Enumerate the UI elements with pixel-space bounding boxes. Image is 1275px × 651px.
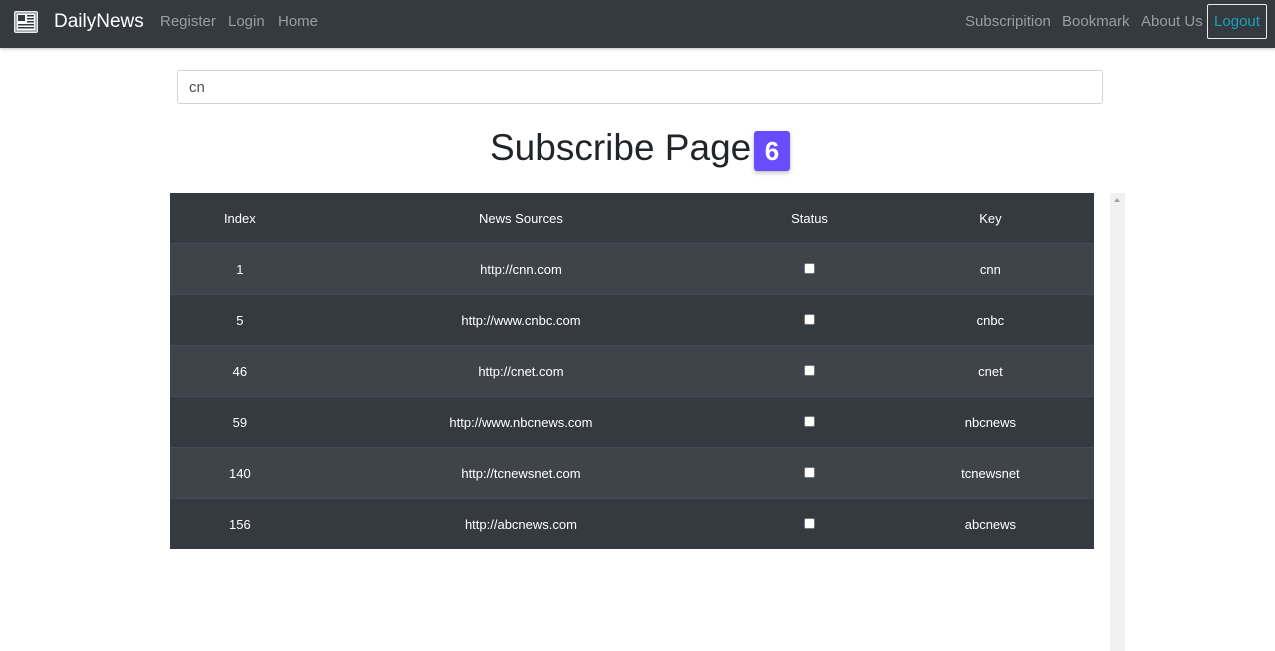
search-input[interactable] — [177, 70, 1103, 104]
brand-name[interactable]: DailyNews — [54, 11, 144, 33]
status-checkbox[interactable] — [804, 466, 816, 478]
table-scrollbar[interactable] — [1110, 193, 1125, 651]
status-checkbox[interactable] — [804, 262, 816, 274]
nav-home-link[interactable]: Home — [278, 13, 318, 31]
page-title-text: Subscribe Page: — [490, 127, 762, 168]
row-status — [732, 243, 887, 295]
newspaper-icon[interactable] — [13, 10, 39, 34]
row-source: http://abcnews.com — [309, 498, 733, 549]
navbar: DailyNews Register Login Home Subscripit… — [0, 0, 1275, 48]
row-index: 156 — [170, 498, 310, 549]
nav-login-link[interactable]: Login — [228, 13, 265, 31]
table-row: 156 http://abcnews.com abcnews — [170, 498, 1094, 549]
status-checkbox[interactable] — [804, 313, 816, 325]
row-index: 59 — [170, 396, 310, 448]
row-status — [732, 396, 887, 448]
subscription-count-badge: 6 — [754, 131, 790, 171]
table-header-row: Index News Sources Status Key — [170, 193, 1094, 244]
status-checkbox[interactable] — [804, 415, 816, 427]
scroll-up-arrow-icon[interactable] — [1114, 198, 1120, 202]
row-source: http://cnn.com — [309, 243, 733, 295]
row-source: http://tcnewsnet.com — [309, 447, 733, 499]
table-row: 59 http://www.nbcnews.com nbcnews — [170, 396, 1094, 448]
status-checkbox[interactable] — [804, 517, 816, 529]
nav-bookmark-link[interactable]: Bookmark — [1062, 13, 1130, 31]
nav-about-link[interactable]: About Us — [1141, 13, 1203, 31]
header-status: Status — [732, 193, 887, 244]
nav-register-link[interactable]: Register — [160, 13, 216, 31]
row-status — [732, 498, 887, 549]
row-index: 46 — [170, 345, 310, 397]
table-row: 46 http://cnet.com cnet — [170, 345, 1094, 397]
sources-table-container: Index News Sources Status Key 1 http://c… — [170, 193, 1094, 549]
row-index: 140 — [170, 447, 310, 499]
status-checkbox[interactable] — [804, 364, 816, 376]
row-source: http://cnet.com — [309, 345, 733, 397]
row-status — [732, 294, 887, 346]
logout-button[interactable]: Logout — [1207, 4, 1267, 39]
nav-subscription-link[interactable]: Subscripition — [965, 13, 1051, 31]
table-row: 1 http://cnn.com cnn — [170, 243, 1094, 295]
table-row: 140 http://tcnewsnet.com tcnewsnet — [170, 447, 1094, 499]
row-key: cnn — [886, 243, 1094, 295]
header-index: Index — [170, 193, 310, 244]
row-key: nbcnews — [886, 396, 1094, 448]
row-status — [732, 345, 887, 397]
row-source: http://www.nbcnews.com — [309, 396, 733, 448]
sources-table: Index News Sources Status Key 1 http://c… — [170, 193, 1094, 549]
row-status — [732, 447, 887, 499]
table-row: 5 http://www.cnbc.com cnbc — [170, 294, 1094, 346]
header-news-sources: News Sources — [309, 193, 733, 244]
header-key: Key — [886, 193, 1094, 244]
row-index: 5 — [170, 294, 310, 346]
row-key: tcnewsnet — [886, 447, 1094, 499]
row-key: abcnews — [886, 498, 1094, 549]
row-key: cnbc — [886, 294, 1094, 346]
row-index: 1 — [170, 243, 310, 295]
row-key: cnet — [886, 345, 1094, 397]
row-source: http://www.cnbc.com — [309, 294, 733, 346]
